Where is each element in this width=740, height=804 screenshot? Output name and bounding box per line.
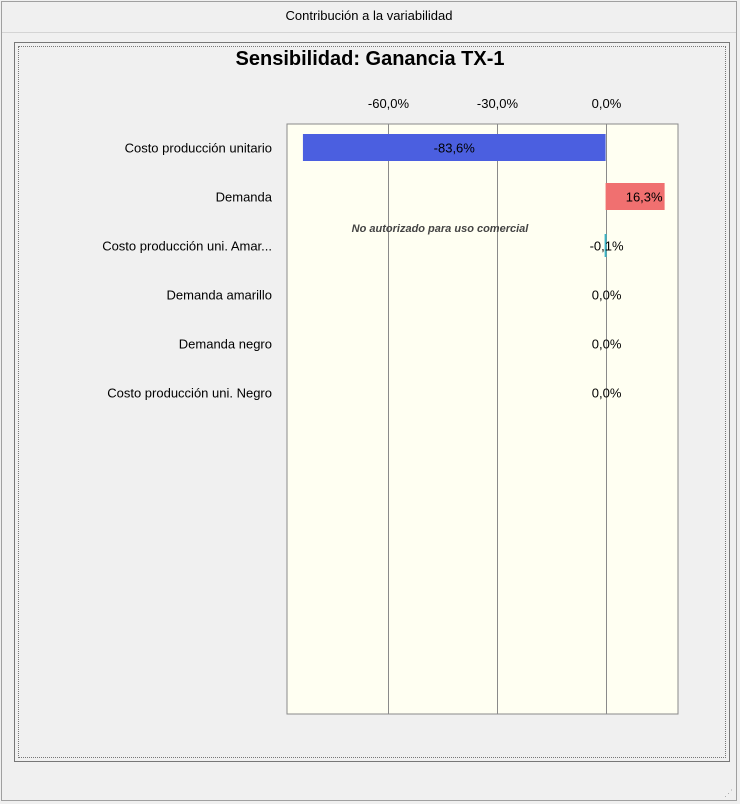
category-label: Demanda negro (179, 337, 272, 352)
value-label: 0,0% (592, 288, 622, 303)
category-label: Costo producción uni. Amar... (102, 239, 272, 254)
chart-title: Sensibilidad: Ganancia TX-1 (236, 48, 505, 70)
value-label: -0,1% (590, 239, 624, 254)
tornado-chart: Sensibilidad: Ganancia TX-1 -60,0% -30,0% 0… (102, 48, 679, 715)
category-label: Demanda (216, 190, 273, 205)
category-label: Costo producción uni. Negro (107, 386, 272, 401)
x-tick-label: -30,0% (477, 96, 519, 111)
value-label: 0,0% (592, 386, 622, 401)
category-label: Costo producción unitario (125, 141, 272, 156)
watermark-text: No autorizado para uso comercial (352, 223, 530, 235)
plot-area (286, 123, 679, 715)
category-label: Demanda amarillo (167, 288, 273, 303)
x-tick-label: -60,0% (368, 96, 410, 111)
value-label: -83,6% (434, 141, 476, 156)
value-label: 16,3% (626, 190, 663, 205)
value-label: 0,0% (592, 337, 622, 352)
x-tick-label: 0,0% (592, 96, 622, 111)
